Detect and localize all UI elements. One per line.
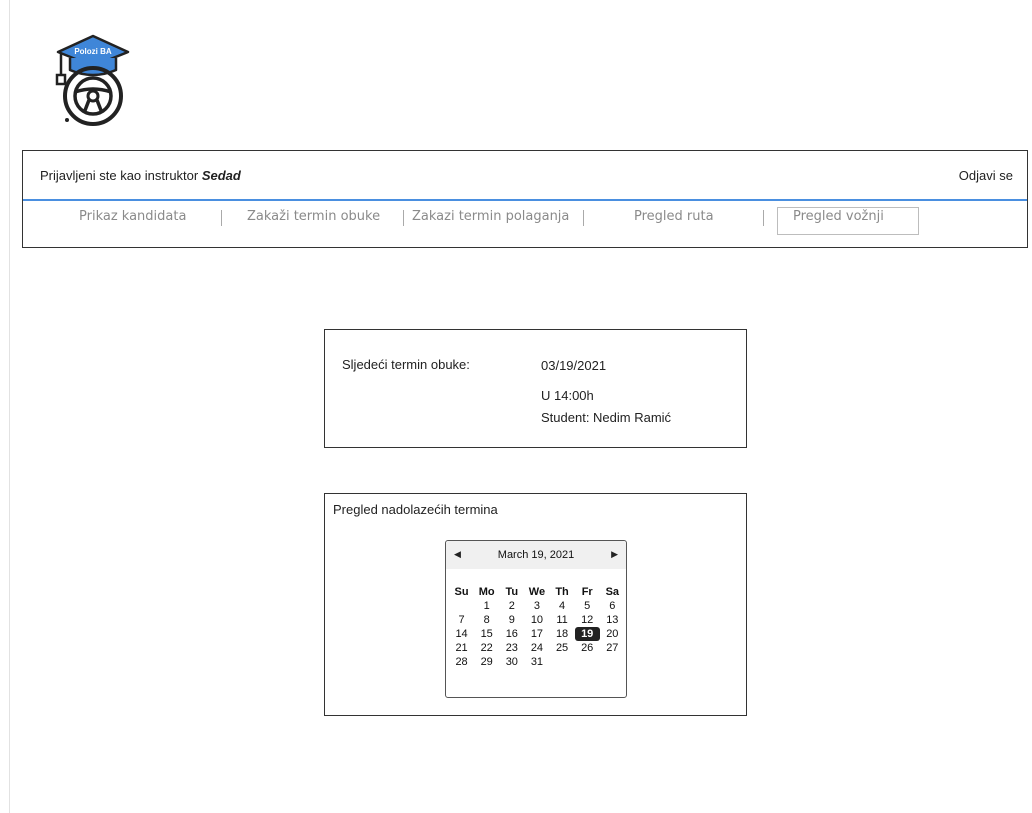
calendar-day[interactable]: 3 xyxy=(524,599,549,613)
calendar-day[interactable]: 8 xyxy=(474,613,499,627)
page-left-border xyxy=(9,0,10,813)
calendar-day[interactable]: 14 xyxy=(449,627,474,641)
calendar-week-row: 28 29 30 31 xyxy=(449,655,625,669)
calendar-day[interactable]: 25 xyxy=(550,641,575,655)
login-prefix: Prijavljeni ste kao instruktor xyxy=(40,168,202,183)
logo: Polozi BA xyxy=(48,30,138,130)
nav-separator xyxy=(583,210,584,226)
calendar-day[interactable]: 24 xyxy=(524,641,549,655)
main-nav: Prikaz kandidata Zakaži termin obuke Zak… xyxy=(23,201,1027,247)
calendar-day[interactable]: 26 xyxy=(575,641,600,655)
nav-zakazi-termin-polaganja[interactable]: Zakazi termin polaganja xyxy=(412,209,569,224)
next-session-panel: Sljedeći termin obuke: 03/19/2021 U 14:0… xyxy=(324,329,747,448)
nav-separator xyxy=(403,210,404,226)
calendar-empty-cell xyxy=(600,655,625,669)
next-session-label: Sljedeći termin obuke: xyxy=(342,357,470,372)
calendar-week-row: 14 15 16 17 18 19 20 xyxy=(449,627,625,641)
calendar-empty-cell xyxy=(449,599,474,613)
calendar-day[interactable]: 9 xyxy=(499,613,524,627)
upcoming-sessions-panel: Pregled nadolazećih termina ◀ March 19, … xyxy=(324,493,747,716)
calendar-day[interactable]: 12 xyxy=(575,613,600,627)
nav-zakazi-termin-obuke[interactable]: Zakaži termin obuke xyxy=(247,209,380,224)
calendar-day[interactable]: 15 xyxy=(474,627,499,641)
calendar-header: ◀ March 19, 2021 ▶ xyxy=(446,541,626,569)
calendar-day[interactable]: 28 xyxy=(449,655,474,669)
calendar-weekday-row: Su Mo Tu We Th Fr Sa xyxy=(449,585,625,599)
calendar-weekday: Th xyxy=(555,586,569,598)
calendar-day[interactable]: 2 xyxy=(499,599,524,613)
calendar-day[interactable]: 31 xyxy=(524,655,549,669)
header-bar: Prijavljeni ste kao instruktor Sedad Odj… xyxy=(22,150,1028,248)
calendar-day[interactable]: 11 xyxy=(550,613,575,627)
calendar-day[interactable]: 16 xyxy=(499,627,524,641)
calendar-weekday: Su xyxy=(454,586,469,598)
calendar-title: March 19, 2021 xyxy=(497,549,575,561)
calendar-day[interactable]: 7 xyxy=(449,613,474,627)
nav-pregled-ruta[interactable]: Pregled ruta xyxy=(634,209,714,224)
calendar-day[interactable]: 1 xyxy=(474,599,499,613)
calendar-weekday: Tu xyxy=(505,586,519,598)
calendar-week-row: 7 8 9 10 11 12 13 xyxy=(449,613,625,627)
calendar-day-selected[interactable]: 19 xyxy=(574,627,600,641)
calendar-day[interactable]: 5 xyxy=(575,599,600,613)
graduation-cap-steering-wheel-icon: Polozi BA xyxy=(55,34,130,126)
calendar-grid: Su Mo Tu We Th Fr Sa 1 2 3 4 5 6 7 8 9 10 11 12 13 14 15 16 17 1… xyxy=(449,585,625,669)
calendar-weekday: Fr xyxy=(581,586,593,598)
calendar-weekday: Sa xyxy=(605,586,620,598)
user-row: Prijavljeni ste kao instruktor Sedad Odj… xyxy=(23,151,1027,199)
nav-pregled-voznji[interactable]: Pregled vožnji xyxy=(793,209,884,224)
nav-separator xyxy=(221,210,222,226)
calendar-day[interactable]: 6 xyxy=(600,599,625,613)
calendar-day[interactable]: 17 xyxy=(524,627,549,641)
calendar-empty-cell xyxy=(550,655,575,669)
calendar-empty-cell xyxy=(575,655,600,669)
calendar-week-row: 123456 xyxy=(449,599,625,613)
next-session-date: 03/19/2021 xyxy=(541,358,607,373)
calendar-day[interactable]: 23 xyxy=(499,641,524,655)
user-name: Sedad xyxy=(201,168,241,183)
calendar-day[interactable]: 21 xyxy=(449,641,474,655)
calendar-weekday: We xyxy=(528,586,546,598)
calendar-day[interactable]: 27 xyxy=(600,641,625,655)
calendar-day[interactable]: 10 xyxy=(524,613,549,627)
next-session-time: U 14:00h xyxy=(541,388,594,403)
calendar-day[interactable]: 4 xyxy=(550,599,575,613)
next-session-student: Student: Nedim Ramić xyxy=(541,410,672,425)
nav-prikaz-kandidata[interactable]: Prikaz kandidata xyxy=(79,209,186,224)
calendar-weekday: Mo xyxy=(478,586,495,598)
nav-separator xyxy=(763,210,764,226)
calendar-week-row: 21 22 23 24 25 26 27 xyxy=(449,641,625,655)
calendar-day[interactable]: 30 xyxy=(499,655,524,669)
calendar-day[interactable]: 13 xyxy=(600,613,625,627)
calendar-day[interactable]: 29 xyxy=(474,655,499,669)
calendar-day[interactable]: 20 xyxy=(600,627,625,641)
logo-text: Polozi BA xyxy=(74,47,112,56)
upcoming-title: Pregled nadolazećih termina xyxy=(333,502,498,517)
calendar-day[interactable]: 22 xyxy=(474,641,499,655)
login-status: Prijavljeni ste kao instruktor Sedad xyxy=(40,168,241,183)
logout-link[interactable]: Odjavi se xyxy=(959,168,1013,183)
calendar: ◀ March 19, 2021 ▶ Su Mo Tu We Th Fr Sa 1 2 3 4 5 6 7… xyxy=(445,540,627,698)
triangle-right-icon[interactable]: ▶ xyxy=(611,549,618,560)
calendar-day[interactable]: 18 xyxy=(550,627,575,641)
